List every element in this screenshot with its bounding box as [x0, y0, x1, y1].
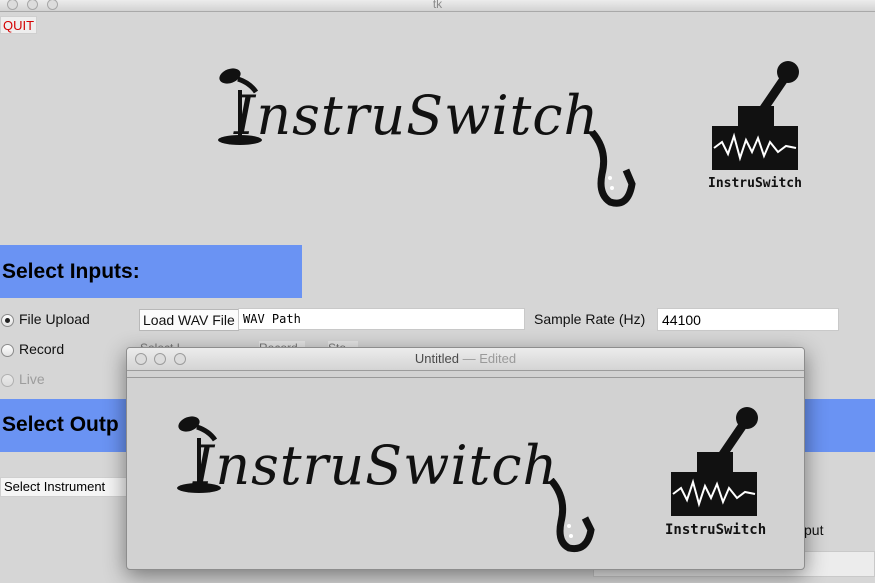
preview-badge-label: InstruSwitch: [665, 522, 767, 538]
output-label-partial: put: [804, 522, 824, 538]
badge-label: InstruSwitch: [708, 176, 802, 191]
instrument-select[interactable]: Select Instrument: [0, 477, 130, 497]
radio-live[interactable]: Live: [1, 371, 45, 387]
radio-label: Live: [19, 371, 45, 387]
preview-window[interactable]: Untitled — Edited InstruSwitch InstruSwi…: [126, 347, 805, 570]
quit-button[interactable]: QUIT: [0, 16, 38, 34]
toggle-switch-icon: [712, 61, 799, 170]
wav-path-input[interactable]: [238, 308, 525, 330]
saxophone-icon: [548, 478, 595, 553]
sample-rate-input[interactable]: [657, 308, 839, 331]
sample-rate-label: Sample Rate (Hz): [534, 311, 646, 327]
saxophone-icon: [589, 130, 636, 207]
preview-titlebar: Untitled — Edited: [127, 348, 804, 371]
toggle-switch-icon: [671, 407, 758, 516]
preview-toolbar-divider: [127, 371, 804, 378]
radio-icon: [1, 373, 14, 387]
radio-icon: [1, 343, 14, 357]
inputs-heading: Select Inputs:: [2, 260, 140, 283]
radio-label: Record: [19, 341, 65, 357]
radio-record[interactable]: Record: [1, 341, 64, 357]
window-titlebar: tk: [0, 0, 875, 12]
load-wav-button[interactable]: Load WAV File: [139, 309, 239, 331]
outputs-heading: Select Outp: [2, 413, 119, 436]
instrument-select-label: Select Instrument: [4, 479, 106, 494]
logo-wordmark: InstruSwitch: [234, 84, 600, 147]
radio-label: File Upload: [19, 311, 90, 327]
radio-selected-icon: [1, 313, 14, 327]
inputs-section-header: Select Inputs:: [0, 245, 302, 298]
radio-file-upload[interactable]: File Upload: [1, 311, 90, 327]
preview-title: Untitled — Edited: [414, 351, 517, 366]
preview-logo-wordmark: InstruSwitch: [193, 434, 559, 497]
window-title: tk: [432, 0, 443, 11]
